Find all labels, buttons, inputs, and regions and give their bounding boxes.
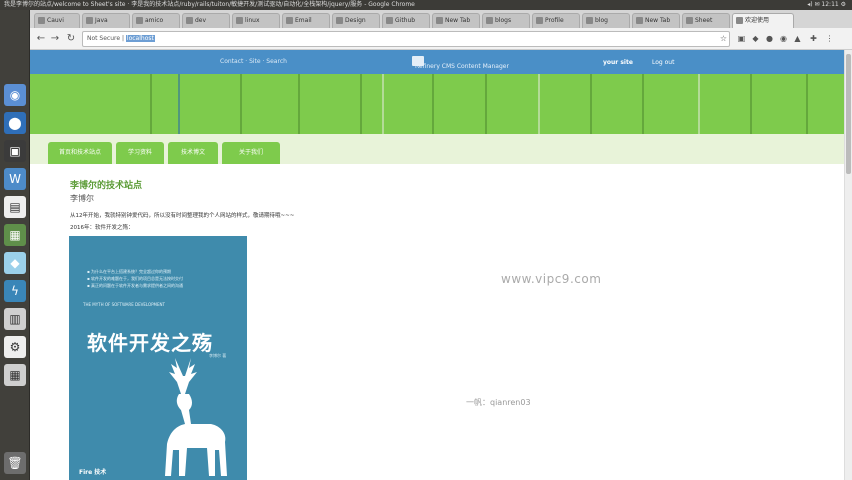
book-publisher: Fire 技术 xyxy=(79,469,107,476)
book-cover-lines: ▪ 为什么在平台上搭建系统？完全超过你的预期 ▪ 软件开发的难题在于，我们的项目… xyxy=(87,269,183,288)
chrome-menu-icon[interactable]: ⋮ xyxy=(824,33,835,44)
nav-about[interactable]: 关于我们 xyxy=(222,142,280,164)
browser-tab[interactable]: Profile xyxy=(532,13,580,28)
browser-tab[interactable]: blog xyxy=(582,13,630,28)
web-page: Contact · Site · Search Refinery CMS Con… xyxy=(30,50,844,480)
extension-icon[interactable]: ◉ xyxy=(778,33,789,44)
browser-tab[interactable]: Design xyxy=(332,13,380,28)
book-english-title: THE MYTH OF SOFTWARE DEVELOPMENT xyxy=(83,302,165,307)
refinery-admin-bar: Contact · Site · Search Refinery CMS Con… xyxy=(30,50,844,74)
your-site-link[interactable]: your site xyxy=(603,59,633,66)
extension-icon[interactable]: ▣ xyxy=(736,33,747,44)
extension-icon[interactable]: ✚ xyxy=(808,33,819,44)
logout-link[interactable]: Log out xyxy=(652,59,674,66)
browser-tab[interactable]: Sheet xyxy=(682,13,730,28)
book-title: 软件开发之殇 xyxy=(87,331,213,355)
extension-icon[interactable]: ▲ xyxy=(792,33,803,44)
files-icon[interactable]: ▤ xyxy=(4,196,26,218)
page-scrollbar[interactable] xyxy=(844,50,852,480)
app-icon[interactable]: ◆ xyxy=(4,252,26,274)
bolt-app-icon[interactable]: ϟ xyxy=(4,280,26,302)
system-top-bar: 我是李博尔的站点/welcome to Sheet's site · 李是我的技… xyxy=(0,0,852,10)
nav-blog[interactable]: 技术博文 xyxy=(168,142,218,164)
reload-icon[interactable]: ↻ xyxy=(64,32,78,46)
watermark-user: 一帆：qianren03 xyxy=(466,398,531,407)
nav-learning[interactable]: 学习资料 xyxy=(116,142,164,164)
browser-tab[interactable]: Cauvi xyxy=(34,13,80,28)
scrollbar-thumb[interactable] xyxy=(846,54,851,174)
browser-toolbar: ← → ↻ Not Secure | localhost ☆ ▣ ◆ ● ◉ ▲… xyxy=(30,28,852,50)
intro-text: 从12年开始，我就特别钟爱代码，所以没有时间整理我的个人网站的样式，敬请期待哦~… xyxy=(70,213,295,219)
site-nav: 首页和技术站点 学习资料 技术博文 关于我们 xyxy=(30,134,844,164)
browser-tab[interactable]: New Tab xyxy=(632,13,680,28)
tab-strip: Cauvi Java amico dev linux Email Design … xyxy=(30,10,852,28)
calendar-icon[interactable]: ▦ xyxy=(4,364,26,386)
back-icon[interactable]: ← xyxy=(34,32,48,46)
unity-launcher: ◉ ⬤ ▣ W ▤ ▦ ◆ ϟ ▥ ⚙ ▦ 🗑 xyxy=(0,10,30,480)
header-banner xyxy=(30,74,844,134)
not-secure-label: Not Secure xyxy=(87,35,121,42)
trash-icon[interactable]: 🗑 xyxy=(4,452,26,474)
nav-home[interactable]: 首页和技术站点 xyxy=(48,142,112,164)
ubuntu-dash-icon[interactable]: ◉ xyxy=(4,84,26,106)
extension-icon[interactable]: ◆ xyxy=(750,33,761,44)
chrome-icon[interactable]: ⬤ xyxy=(4,112,26,134)
cms-title: Refinery CMS Content Manager xyxy=(415,63,509,70)
browser-tab[interactable]: New Tab xyxy=(432,13,480,28)
browser-tab[interactable]: amico xyxy=(132,13,180,28)
address-bar[interactable]: Not Secure | localhost xyxy=(82,31,730,47)
extension-icon[interactable]: ● xyxy=(764,33,775,44)
browser-tab-active[interactable]: 欢迎使用 xyxy=(732,13,794,28)
image-viewer-icon[interactable]: ▦ xyxy=(4,224,26,246)
watermark-url: www.vipc9.com xyxy=(501,272,602,286)
browser-tab[interactable]: linux xyxy=(232,13,280,28)
page-title: 李博尔的技术站点 xyxy=(70,181,143,191)
browser-window: Cauvi Java amico dev linux Email Design … xyxy=(30,10,852,480)
browser-tab[interactable]: blogs xyxy=(482,13,530,28)
window-title: 我是李博尔的站点/welcome to Sheet's site · 李是我的技… xyxy=(4,1,415,8)
wps-writer-icon[interactable]: W xyxy=(4,168,26,190)
deer-silhouette-icon xyxy=(165,358,227,476)
bookmark-star-icon[interactable]: ☆ xyxy=(718,33,729,44)
terminal-icon[interactable]: ▣ xyxy=(4,140,26,162)
spreadsheet-icon[interactable]: ▥ xyxy=(4,308,26,330)
settings-icon[interactable]: ⚙ xyxy=(4,336,26,358)
browser-tab[interactable]: Java xyxy=(82,13,130,28)
main-content: 李博尔的技术站点 李博尔 从12年开始，我就特别钟爱代码，所以没有时间整理我的个… xyxy=(30,164,844,480)
browser-tab[interactable]: dev xyxy=(182,13,230,28)
browser-tab[interactable]: Github xyxy=(382,13,430,28)
admin-links[interactable]: Contact · Site · Search xyxy=(220,58,287,65)
page-subtitle: 李博尔 xyxy=(70,194,94,203)
url-text[interactable]: localhost xyxy=(125,35,155,42)
forward-icon[interactable]: → xyxy=(48,32,62,46)
system-tray[interactable]: ◂) ✉ 12:11 ⚙ xyxy=(807,0,846,10)
browser-tab[interactable]: Email xyxy=(282,13,330,28)
year-text: 2016年：软件开发之殇： xyxy=(70,225,134,231)
book-cover-image: ▪ 为什么在平台上搭建系统？完全超过你的预期 ▪ 软件开发的难题在于，我们的项目… xyxy=(69,236,247,480)
